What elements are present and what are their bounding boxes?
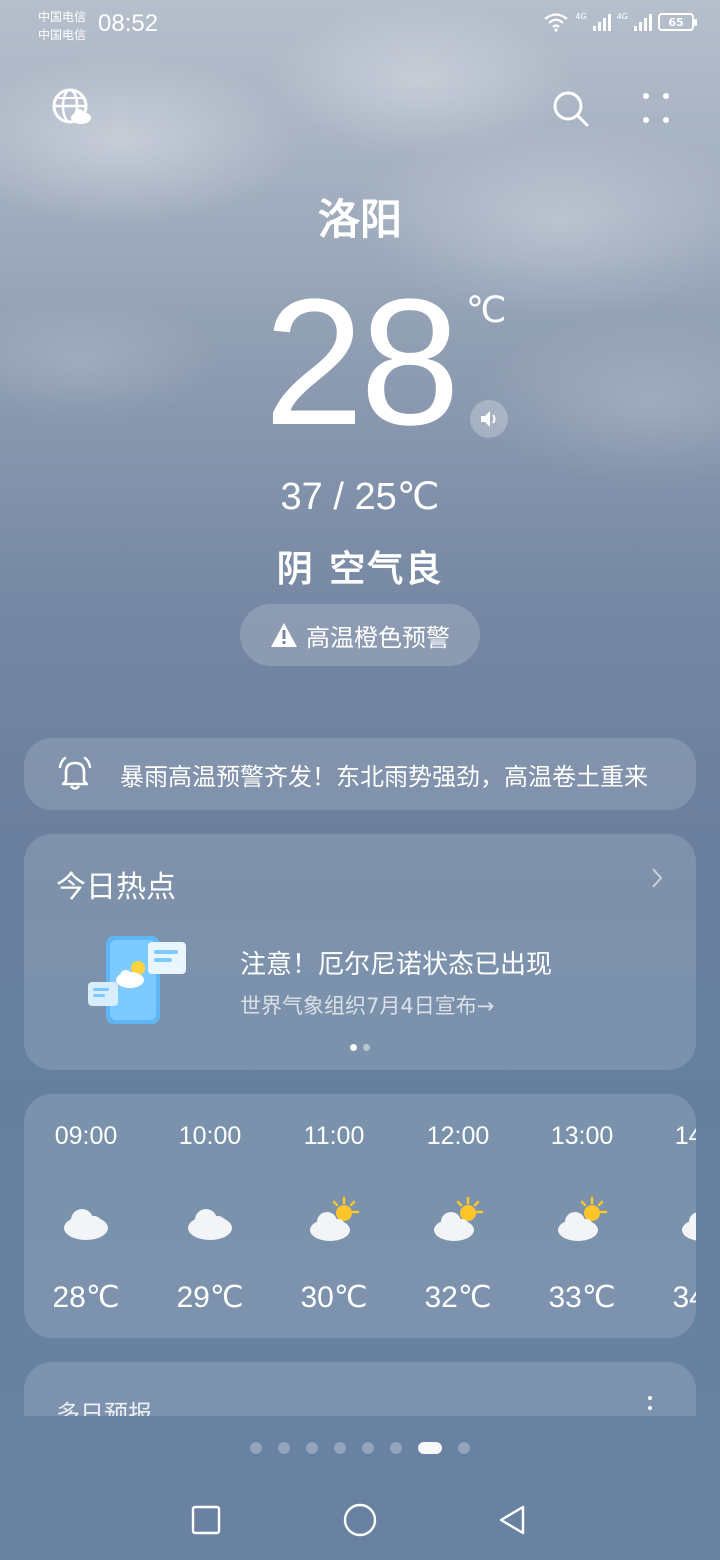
hour-time: 13:00 xyxy=(550,1122,614,1150)
globe-cloud-icon[interactable] xyxy=(50,86,94,130)
news-ticker[interactable]: 暴雨高温预警齐发！东北雨势强劲，高温卷土重来 xyxy=(24,738,696,810)
page-dot-active[interactable] xyxy=(418,1442,442,1454)
current-temperature: 28 xyxy=(263,262,460,463)
signal-icon xyxy=(592,13,611,31)
hour-temperature: 33℃ xyxy=(548,1281,616,1314)
hot-topic-subtitle[interactable]: 世界气象组织7月4日宣布→ xyxy=(240,990,494,1020)
home-icon[interactable] xyxy=(342,1502,378,1538)
network-type-2: 4G xyxy=(616,11,628,21)
status-bar: 中国电信 中国电信 08:52 4G 4G 65 xyxy=(0,0,720,52)
carousel-dot xyxy=(363,1044,370,1051)
network-type-1: 4G xyxy=(575,11,587,21)
speaker-icon[interactable] xyxy=(470,400,508,438)
hot-topics-title: 今日热点 xyxy=(56,870,176,905)
page-dot[interactable] xyxy=(306,1442,318,1454)
bell-icon xyxy=(58,756,92,790)
carrier-1: 中国电信 xyxy=(38,10,87,24)
carousel-indicator xyxy=(24,1044,696,1051)
hour-temperature: 28℃ xyxy=(52,1281,120,1314)
temperature-unit: ℃ xyxy=(466,290,507,331)
more-dots-icon[interactable] xyxy=(634,86,678,130)
news-illustration-icon xyxy=(88,936,186,1024)
hour-time: 12:00 xyxy=(426,1122,490,1150)
hour-temperature: 30℃ xyxy=(300,1281,368,1314)
partly-sunny-icon xyxy=(310,1196,360,1241)
hour-time: 09:00 xyxy=(54,1122,118,1150)
status-clock: 08:52 xyxy=(98,10,159,37)
hot-topic-headline[interactable]: 注意！厄尔尼诺状态已出现 xyxy=(240,944,552,981)
page-dot[interactable] xyxy=(362,1442,374,1454)
page-dot[interactable] xyxy=(390,1442,402,1454)
back-icon[interactable] xyxy=(496,1504,528,1536)
battery-icon: 65 xyxy=(658,13,697,31)
cloudy-icon xyxy=(64,1209,108,1240)
weather-condition: 阴 空气良 xyxy=(276,549,444,590)
warning-icon xyxy=(271,623,297,647)
carousel-dot xyxy=(350,1044,357,1051)
weather-warning-badge[interactable]: 高温橙色预警 xyxy=(240,604,480,666)
page-dot[interactable] xyxy=(250,1442,262,1454)
warning-label: 高温橙色预警 xyxy=(306,623,450,652)
hour-time: 10:00 xyxy=(178,1122,242,1150)
status-icons: 4G 4G 65 xyxy=(543,11,697,32)
hour-temperature: 32℃ xyxy=(424,1281,492,1314)
recent-apps-icon[interactable] xyxy=(190,1504,222,1536)
hot-topics-card[interactable]: 今日热点 注意！厄尔尼诺状态已出现 世界气象组织7月4日宣布→ xyxy=(24,834,696,1070)
hour-temperature: 29℃ xyxy=(176,1281,244,1314)
cloudy-icon xyxy=(188,1209,232,1240)
news-ticker-text: 暴雨高温预警齐发！东北雨势强劲，高温卷土重来 xyxy=(120,762,648,791)
system-navigation-bar xyxy=(0,1490,720,1550)
hour-temperature: 34℃ xyxy=(672,1281,696,1314)
city-name: 洛阳 xyxy=(317,195,402,244)
partly-sunny-icon xyxy=(434,1196,484,1241)
page-dot[interactable] xyxy=(458,1442,470,1454)
carrier-2: 中国电信 xyxy=(38,28,87,42)
signal-icon xyxy=(634,13,652,31)
page-dot[interactable] xyxy=(334,1442,346,1454)
temperature-range: 37 / 25℃ xyxy=(280,476,440,518)
hour-time: 11:00 xyxy=(303,1122,365,1150)
carrier-labels: 中国电信 中国电信 xyxy=(38,8,86,44)
city-page-indicator xyxy=(0,1442,720,1454)
partly-sunny-icon xyxy=(558,1196,608,1241)
search-icon[interactable] xyxy=(548,86,592,130)
hourly-forecast-card[interactable]: 09:00 28℃ 10:00 29℃ 11:00 30℃ 12:00 32℃ … xyxy=(24,1094,696,1338)
page-dot[interactable] xyxy=(278,1442,290,1454)
wifi-icon xyxy=(544,13,569,32)
chevron-right-icon[interactable] xyxy=(650,866,664,890)
partly-sunny-icon xyxy=(682,1212,696,1241)
hour-time: 14:00 xyxy=(674,1122,696,1150)
